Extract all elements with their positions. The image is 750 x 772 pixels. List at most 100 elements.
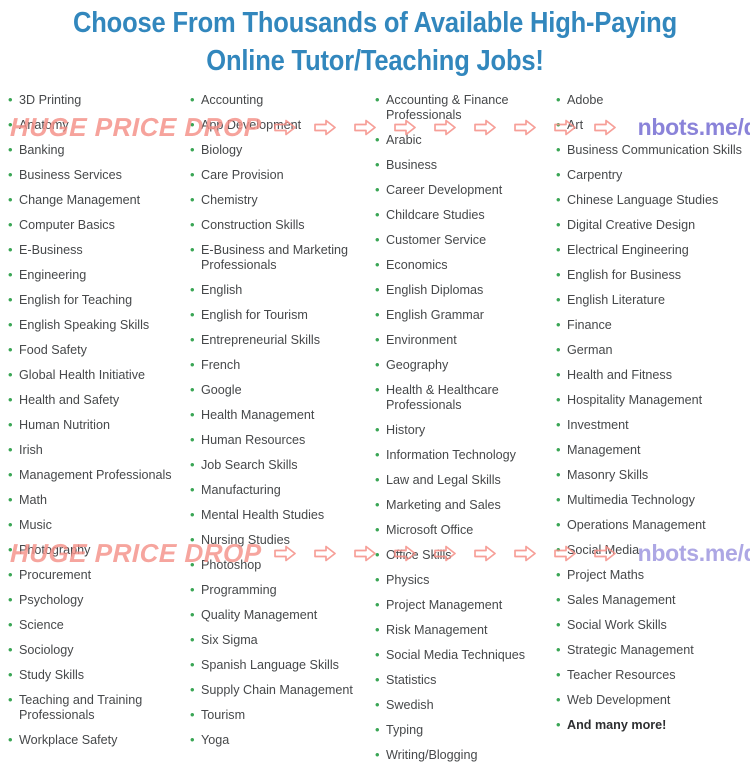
category-list-item[interactable]: • English for Tourism <box>190 307 366 323</box>
category-list-item[interactable]: • Health & Healthcare Professionals <box>375 382 551 413</box>
category-list-item[interactable]: • Marketing and Sales <box>375 497 551 513</box>
category-list-item[interactable]: • Environment <box>375 332 551 348</box>
category-list-item[interactable]: • French <box>190 357 366 373</box>
category-list-item[interactable]: • 3D Printing <box>8 92 184 108</box>
category-list-item[interactable]: • Web Development <box>556 692 746 708</box>
category-list-item[interactable]: • Sales Management <box>556 592 746 608</box>
category-list-item[interactable]: • Career Development <box>375 182 551 198</box>
category-list-item[interactable]: • Change Management <box>8 192 184 208</box>
category-list-item[interactable]: • Adobe <box>556 92 746 108</box>
category-list-item[interactable]: • Human Nutrition <box>8 417 184 433</box>
category-list-item[interactable]: • English Speaking Skills <box>8 317 184 333</box>
category-list-item[interactable]: • Investment <box>556 417 746 433</box>
category-list-item[interactable]: • Microsoft Office <box>375 522 551 538</box>
category-list-item[interactable]: • Food Safety <box>8 342 184 358</box>
category-list-item[interactable]: • Physics <box>375 572 551 588</box>
category-list-item[interactable]: • Operations Management <box>556 517 746 533</box>
category-list-item[interactable]: • Art <box>556 117 746 133</box>
category-list-item[interactable]: • Strategic Management <box>556 642 746 658</box>
category-list-item[interactable]: • Geography <box>375 357 551 373</box>
category-list-item[interactable]: • Health and Safety <box>8 392 184 408</box>
category-list-item[interactable]: • Statistics <box>375 672 551 688</box>
category-list-item[interactable]: • Project Maths <box>556 567 746 583</box>
category-list-item[interactable]: • Supply Chain Management <box>190 682 366 698</box>
category-list-item[interactable]: • Business <box>375 157 551 173</box>
category-list-item[interactable]: • Accounting <box>190 92 366 108</box>
category-list-item[interactable]: • E-Business and Marketing Professionals <box>190 242 366 273</box>
category-list-item[interactable]: • Biology <box>190 142 366 158</box>
category-list-item[interactable]: • German <box>556 342 746 358</box>
category-list-item[interactable]: • Engineering <box>8 267 184 283</box>
category-list-item[interactable]: • Project Management <box>375 597 551 613</box>
category-list-item[interactable]: • Six Sigma <box>190 632 366 648</box>
category-list-item[interactable]: • Social Work Skills <box>556 617 746 633</box>
category-list-item[interactable]: • Business Services <box>8 167 184 183</box>
category-list-item[interactable]: • Anatomy <box>8 117 184 133</box>
category-list-item[interactable]: • Risk Management <box>375 622 551 638</box>
category-list-item[interactable]: • Tourism <box>190 707 366 723</box>
category-list-item[interactable]: • Management Professionals <box>8 467 184 483</box>
category-list-item[interactable]: • English Diplomas <box>375 282 551 298</box>
category-list-item[interactable]: • Carpentry <box>556 167 746 183</box>
category-list-item[interactable]: • English for Business <box>556 267 746 283</box>
category-list-item[interactable]: • Writing/Blogging <box>375 747 551 763</box>
category-list-item[interactable]: • Manufacturing <box>190 482 366 498</box>
category-list-item[interactable]: • Finance <box>556 317 746 333</box>
category-list-item[interactable]: • Chemistry <box>190 192 366 208</box>
category-list-item[interactable]: • Health and Fitness <box>556 367 746 383</box>
category-list-item[interactable]: • Information Technology <box>375 447 551 463</box>
category-list-item[interactable]: • Electrical Engineering <box>556 242 746 258</box>
category-list-item[interactable]: • Construction Skills <box>190 217 366 233</box>
category-list-item[interactable]: • Office Skills <box>375 547 551 563</box>
category-list-item[interactable]: • Social Media <box>556 542 746 558</box>
category-list-item[interactable]: • Study Skills <box>8 667 184 683</box>
category-list-item[interactable]: • Social Media Techniques <box>375 647 551 663</box>
category-list-item[interactable]: • English Grammar <box>375 307 551 323</box>
category-list-item[interactable]: • Psychology <box>8 592 184 608</box>
category-list-item[interactable]: • Management <box>556 442 746 458</box>
category-list-item[interactable]: • Entrepreneurial Skills <box>190 332 366 348</box>
category-list-item[interactable]: • And many more! <box>556 717 746 733</box>
category-list-item[interactable]: • Global Health Initiative <box>8 367 184 383</box>
category-list-item[interactable]: • Masonry Skills <box>556 467 746 483</box>
category-list-item[interactable]: • Job Search Skills <box>190 457 366 473</box>
category-list-item[interactable]: • Chinese Language Studies <box>556 192 746 208</box>
category-list-item[interactable]: • Workplace Safety <box>8 732 184 748</box>
category-list-item[interactable]: • Photoshop <box>190 557 366 573</box>
category-list-item[interactable]: • Mental Health Studies <box>190 507 366 523</box>
category-list-item[interactable]: • Human Resources <box>190 432 366 448</box>
category-list-item[interactable]: • Economics <box>375 257 551 273</box>
category-list-item[interactable]: • Math <box>8 492 184 508</box>
category-list-item[interactable]: • English <box>190 282 366 298</box>
category-list-item[interactable]: • Arabic <box>375 132 551 148</box>
category-list-item[interactable]: • Google <box>190 382 366 398</box>
category-list-item[interactable]: • Law and Legal Skills <box>375 472 551 488</box>
category-list-item[interactable]: • Care Provision <box>190 167 366 183</box>
category-list-item[interactable]: • Customer Service <box>375 232 551 248</box>
category-list-item[interactable]: • Health Management <box>190 407 366 423</box>
category-list-item[interactable]: • English for Teaching <box>8 292 184 308</box>
category-list-item[interactable]: • Teaching and Training Professionals <box>8 692 184 723</box>
category-list-item[interactable]: • Quality Management <box>190 607 366 623</box>
category-list-item[interactable]: • Multimedia Technology <box>556 492 746 508</box>
category-list-item[interactable]: • English Literature <box>556 292 746 308</box>
category-list-item[interactable]: • Music <box>8 517 184 533</box>
category-list-item[interactable]: • History <box>375 422 551 438</box>
category-list-item[interactable]: • Programming <box>190 582 366 598</box>
category-list-item[interactable]: • Typing <box>375 722 551 738</box>
category-list-item[interactable]: • Sociology <box>8 642 184 658</box>
category-list-item[interactable]: • E-Business <box>8 242 184 258</box>
category-list-item[interactable]: • Science <box>8 617 184 633</box>
category-list-item[interactable]: • Irish <box>8 442 184 458</box>
category-list-item[interactable]: • Business Communication Skills <box>556 142 746 158</box>
category-list-item[interactable]: • Swedish <box>375 697 551 713</box>
category-list-item[interactable]: • App Development <box>190 117 366 133</box>
category-list-item[interactable]: • Teacher Resources <box>556 667 746 683</box>
category-list-item[interactable]: • Spanish Language Skills <box>190 657 366 673</box>
category-list-item[interactable]: • Banking <box>8 142 184 158</box>
category-list-item[interactable]: • Digital Creative Design <box>556 217 746 233</box>
category-list-item[interactable]: • Procurement <box>8 567 184 583</box>
category-list-item[interactable]: • Computer Basics <box>8 217 184 233</box>
category-list-item[interactable]: • Hospitality Management <box>556 392 746 408</box>
category-list-item[interactable]: • Yoga <box>190 732 366 748</box>
